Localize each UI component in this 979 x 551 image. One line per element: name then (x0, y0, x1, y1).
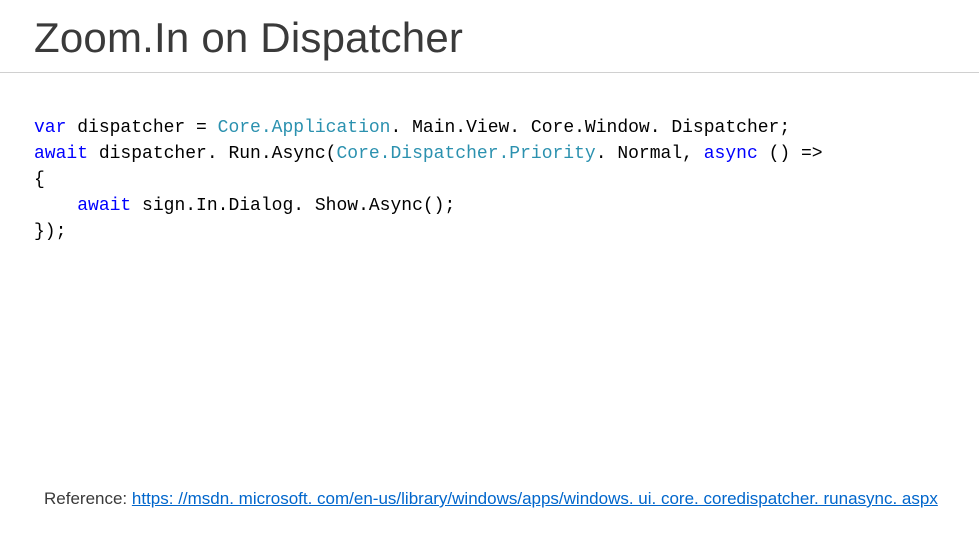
title-area: Zoom.In on Dispatcher (0, 0, 979, 73)
keyword-await: await (77, 196, 131, 216)
keyword-await: await (34, 144, 88, 164)
keyword-var: var (34, 118, 66, 138)
code-text: dispatcher = (77, 118, 217, 138)
reference-link[interactable]: https: //msdn. microsoft. com/en-us/libr… (132, 489, 938, 508)
type-coreapplication: Core.Application (218, 118, 391, 138)
code-text: () => (758, 144, 823, 164)
code-text: dispatcher. Run.Async( (88, 144, 336, 164)
keyword-async: async (704, 144, 758, 164)
code-indent (34, 196, 77, 216)
reference-label: Reference: (44, 489, 132, 508)
page-title: Zoom.In on Dispatcher (34, 14, 945, 62)
code-text: }); (34, 222, 66, 242)
code-text: . Main.View. Core.Window. Dispatcher; (390, 118, 790, 138)
footer: Reference: https: //msdn. microsoft. com… (44, 489, 938, 509)
code-text (66, 118, 77, 138)
code-block: var dispatcher = Core.Application. Main.… (0, 73, 979, 245)
type-coredispatcherpriority: Core.Dispatcher.Priority (336, 144, 595, 164)
code-text: { (34, 170, 45, 190)
code-text: sign.In.Dialog. Show.Async(); (131, 196, 455, 216)
code-text: . Normal, (596, 144, 704, 164)
slide: Zoom.In on Dispatcher var dispatcher = C… (0, 0, 979, 551)
